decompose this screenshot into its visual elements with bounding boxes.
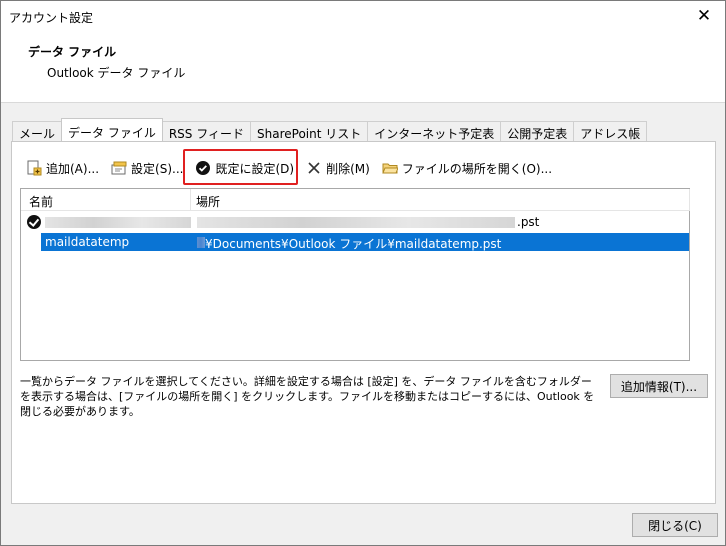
list-item[interactable]: .pst	[21, 213, 689, 231]
add-label: 追加(A)...	[46, 161, 100, 176]
settings-button[interactable]: 設定(S)...	[107, 157, 187, 179]
header-title: データ ファイル	[28, 45, 117, 59]
tab-rss-feeds[interactable]: RSS フィード	[161, 121, 251, 142]
add-button[interactable]: 追加(A)...	[22, 157, 103, 179]
open-file-location-label: ファイルの場所を開く(O)...	[401, 161, 553, 176]
column-divider[interactable]	[190, 189, 191, 211]
data-files-panel: 追加(A)... 設定(S)... 既定に設定(D) 削除(M) ファイルの場所…	[11, 141, 716, 504]
column-header-location[interactable]: 場所	[196, 193, 220, 210]
tab-published-calendars[interactable]: 公開予定表	[500, 121, 575, 142]
open-file-location-button[interactable]: ファイルの場所を開く(O)...	[378, 157, 556, 179]
redacted-location	[197, 217, 515, 228]
title-bar: アカウント設定 ✕	[1, 1, 725, 31]
list-header: 名前 場所	[21, 189, 690, 211]
tab-internet-calendars[interactable]: インターネット予定表	[367, 121, 502, 142]
add-file-icon	[26, 160, 42, 176]
set-default-label: 既定に設定(D)	[215, 161, 295, 176]
column-header-name[interactable]: 名前	[29, 193, 53, 210]
tab-address-books[interactable]: アドレス帳	[573, 121, 648, 142]
settings-label: 設定(S)...	[131, 161, 184, 176]
data-file-list[interactable]: 名前 場所 .pst maildatatemp ¥Documents¥Outlo…	[20, 188, 690, 361]
dialog-header: データ ファイル Outlook データ ファイル	[1, 31, 725, 103]
set-default-button[interactable]: 既定に設定(D)	[191, 157, 298, 179]
window-title: アカウント設定	[9, 11, 94, 25]
redacted-location-prefix	[197, 237, 205, 248]
tab-data-files[interactable]: データ ファイル	[61, 118, 163, 141]
more-info-button[interactable]: 追加情報(T)...	[610, 374, 708, 398]
header-subtitle: Outlook データ ファイル	[47, 66, 186, 80]
header-end-divider	[689, 189, 690, 211]
account-settings-window: アカウント設定 ✕ データ ファイル Outlook データ ファイル メール …	[0, 0, 726, 546]
redacted-name	[45, 217, 191, 228]
toolbar: 追加(A)... 設定(S)... 既定に設定(D) 削除(M) ファイルの場所…	[22, 156, 560, 180]
description-text: 一覧からデータ ファイルを選択してください。詳細を設定する場合は [設定] を、…	[20, 375, 595, 418]
tab-mail[interactable]: メール	[12, 121, 63, 142]
close-icon[interactable]: ✕	[693, 5, 715, 27]
list-item-selected[interactable]: maildatatemp ¥Documents¥Outlook ファイル¥mai…	[21, 233, 689, 251]
tab-bar: メール データ ファイル RSS フィード SharePoint リスト インタ…	[12, 118, 648, 142]
file-name: maildatatemp	[45, 235, 130, 249]
settings-icon	[111, 160, 127, 176]
folder-icon	[382, 160, 399, 176]
tab-sharepoint-lists[interactable]: SharePoint リスト	[250, 121, 369, 142]
location-suffix: .pst	[517, 215, 540, 229]
delete-label: 削除(M)	[326, 161, 370, 176]
file-location: ¥Documents¥Outlook ファイル¥maildatatemp.pst	[205, 237, 502, 251]
delete-button[interactable]: 削除(M)	[302, 157, 374, 179]
close-button[interactable]: 閉じる(C)	[632, 513, 718, 537]
check-circle-icon	[195, 160, 211, 176]
delete-x-icon	[306, 160, 322, 176]
default-check-icon	[27, 215, 41, 229]
